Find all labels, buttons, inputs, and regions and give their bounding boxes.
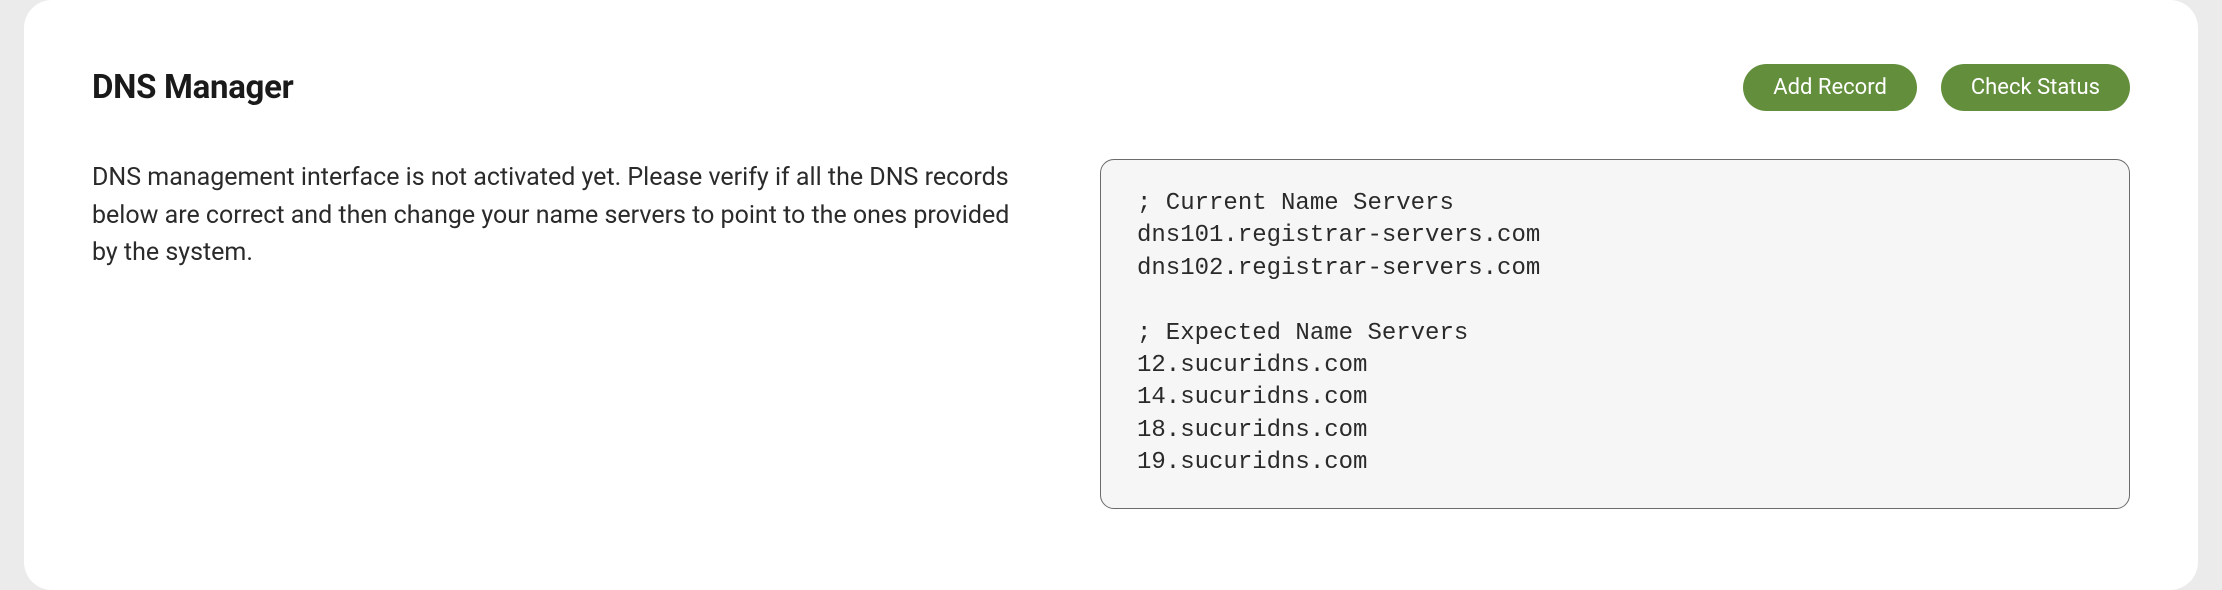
dns-manager-panel: DNS Manager Add Record Check Status DNS … [24,0,2198,590]
header-row: DNS Manager Add Record Check Status [92,64,2130,111]
add-record-button[interactable]: Add Record [1743,64,1917,111]
check-status-button[interactable]: Check Status [1941,64,2130,111]
description-text: DNS management interface is not activate… [92,159,1030,272]
button-group: Add Record Check Status [1743,64,2130,111]
content-row: DNS management interface is not activate… [92,159,2130,509]
page-title: DNS Manager [92,68,293,107]
nameservers-code-block: ; Current Name Servers dns101.registrar-… [1100,159,2130,509]
